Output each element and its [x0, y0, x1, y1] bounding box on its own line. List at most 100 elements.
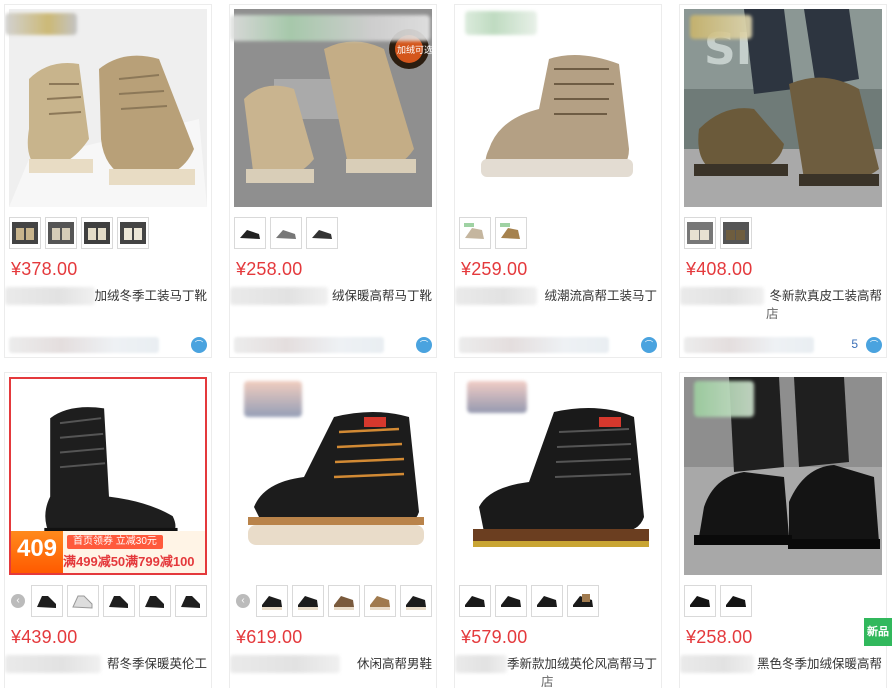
promo-badge[interactable]: 409 首页领券 立减30元 满499减50满799减100	[11, 531, 205, 573]
shop-tag	[230, 15, 430, 41]
product-title[interactable]: 帮冬季保暖英伦工	[11, 655, 207, 688]
shop-tag	[690, 15, 752, 39]
color-thumbs	[459, 217, 527, 249]
product-title-text[interactable]: 绒保暖高帮马丁靴	[332, 287, 432, 305]
product-card[interactable]: ¥579.00 季新款加绒英伦风高帮马丁 店	[454, 372, 662, 688]
new-products-button[interactable]: 新品	[864, 618, 892, 646]
promo-coupon[interactable]: 首页领券 立减30元	[67, 535, 163, 549]
thumb[interactable]	[81, 217, 113, 249]
thumb[interactable]	[531, 585, 563, 617]
shop-tag	[244, 381, 302, 417]
product-price: ¥439.00	[11, 627, 78, 647]
blurred-shop	[234, 337, 384, 353]
product-card[interactable]: 409 首页领券 立减30元 满499减50满799减100 ‹ › ¥439.…	[4, 372, 212, 688]
shop-tag	[5, 13, 77, 35]
thumb[interactable]	[31, 585, 63, 617]
product-title-text[interactable]: 季新款加绒英伦风高帮马丁	[507, 655, 657, 673]
shop-row: ⌒	[459, 335, 659, 357]
shop-row: ⌒	[9, 335, 209, 357]
product-price: ¥258.00	[236, 259, 303, 279]
chat-icon[interactable]: ⌒	[866, 337, 882, 353]
product-title-text[interactable]: 黑色冬季加绒保暖高帮	[757, 655, 882, 673]
product-card[interactable]: SIG ¥408.00 冬新款真皮工装高帮 店 5 ⌒	[679, 4, 887, 358]
product-title[interactable]: 季新款加绒英伦风高帮马丁 店	[461, 655, 657, 688]
product-price: ¥378.00	[11, 259, 78, 279]
thumb[interactable]	[67, 585, 99, 617]
thumb[interactable]	[684, 585, 716, 617]
color-thumbs	[684, 217, 752, 249]
thumb[interactable]	[328, 585, 360, 617]
thumb[interactable]	[364, 585, 396, 617]
color-thumbs: ‹ ›	[9, 585, 211, 617]
product-title-text-line2[interactable]: 店	[766, 305, 779, 323]
product-price: ¥259.00	[461, 259, 528, 279]
product-card[interactable]: ¥378.00 加绒冬季工装马丁靴 ⌒	[4, 4, 212, 358]
shop-tag	[465, 11, 537, 35]
product-title-text[interactable]: 帮冬季保暖英伦工	[107, 655, 207, 673]
product-title[interactable]: 休闲高帮男鞋	[236, 655, 432, 688]
product-title-text-line2[interactable]: 店	[541, 673, 554, 688]
product-price: ¥619.00	[236, 627, 303, 647]
product-title-text[interactable]: 绒潮流高帮工装马丁	[544, 287, 657, 305]
thumb[interactable]	[720, 585, 752, 617]
product-title[interactable]: 绒潮流高帮工装马丁	[461, 287, 657, 323]
thumb[interactable]	[459, 217, 491, 249]
thumb[interactable]	[400, 585, 432, 617]
chevron-left-icon[interactable]: ‹	[236, 594, 250, 608]
product-title-text[interactable]: 休闲高帮男鞋	[357, 655, 432, 673]
thumb[interactable]	[292, 585, 324, 617]
color-thumbs: ‹ ›	[234, 585, 436, 617]
thumb[interactable]	[270, 217, 302, 249]
product-title[interactable]: 加绒冬季工装马丁靴	[11, 287, 207, 323]
thumb[interactable]	[495, 217, 527, 249]
color-thumbs	[684, 585, 752, 617]
product-grid: ¥378.00 加绒冬季工装马丁靴 ⌒ 加绒可选 ¥258.00 绒保暖高帮马丁…	[0, 0, 892, 688]
thumb[interactable]	[139, 585, 171, 617]
thumb[interactable]	[495, 585, 527, 617]
blurred-shop	[459, 337, 609, 353]
thumb[interactable]	[175, 585, 207, 617]
blurred-shop	[9, 337, 159, 353]
thumb[interactable]	[306, 217, 338, 249]
thumb[interactable]	[45, 217, 77, 249]
product-price: ¥258.00	[686, 627, 753, 647]
product-card[interactable]: ¥258.00 黑色冬季加绒保暖高帮	[679, 372, 887, 688]
product-title[interactable]: 绒保暖高帮马丁靴	[236, 287, 432, 323]
thumb[interactable]	[684, 217, 716, 249]
thumb[interactable]	[9, 217, 41, 249]
product-card[interactable]: ‹ › ¥619.00 休闲高帮男鞋	[229, 372, 437, 688]
thumb[interactable]	[567, 585, 599, 617]
blurred-shop	[684, 337, 814, 353]
product-title-text[interactable]: 冬新款真皮工装高帮	[769, 287, 882, 305]
chat-icon[interactable]: ⌒	[641, 337, 657, 353]
thumb[interactable]	[459, 585, 491, 617]
shop-count: 5	[851, 337, 858, 351]
product-title[interactable]: 黑色冬季加绒保暖高帮	[686, 655, 882, 688]
chat-icon[interactable]: ⌒	[416, 337, 432, 353]
product-image[interactable]	[459, 9, 657, 207]
chat-icon[interactable]: ⌒	[191, 337, 207, 353]
product-price: ¥579.00	[461, 627, 528, 647]
product-title[interactable]: 冬新款真皮工装高帮 店	[686, 287, 882, 323]
thumb[interactable]	[103, 585, 135, 617]
promo-discount: 满499减50满799减100	[63, 554, 195, 569]
product-image[interactable]	[9, 9, 207, 207]
shop-tag	[467, 381, 527, 413]
color-thumbs	[234, 217, 338, 249]
thumb[interactable]	[117, 217, 149, 249]
color-thumbs	[459, 585, 599, 617]
thumb[interactable]	[256, 585, 288, 617]
product-card[interactable]: ¥259.00 绒潮流高帮工装马丁 ⌒	[454, 4, 662, 358]
product-title-text[interactable]: 加绒冬季工装马丁靴	[94, 287, 207, 305]
thumb[interactable]	[234, 217, 266, 249]
shop-row: 5 ⌒	[684, 335, 884, 357]
product-image[interactable]: 409 首页领券 立减30元 满499减50满799减100	[9, 377, 207, 575]
color-thumbs	[9, 217, 149, 249]
shop-tag	[694, 381, 754, 417]
shop-row: ⌒	[234, 335, 434, 357]
thumb[interactable]	[720, 217, 752, 249]
chevron-left-icon[interactable]: ‹	[11, 594, 25, 608]
product-card[interactable]: 加绒可选 ¥258.00 绒保暖高帮马丁靴 ⌒	[229, 4, 437, 358]
promo-big-price: 409	[11, 531, 63, 573]
promo-overlay-text: 加绒可选	[397, 44, 432, 56]
